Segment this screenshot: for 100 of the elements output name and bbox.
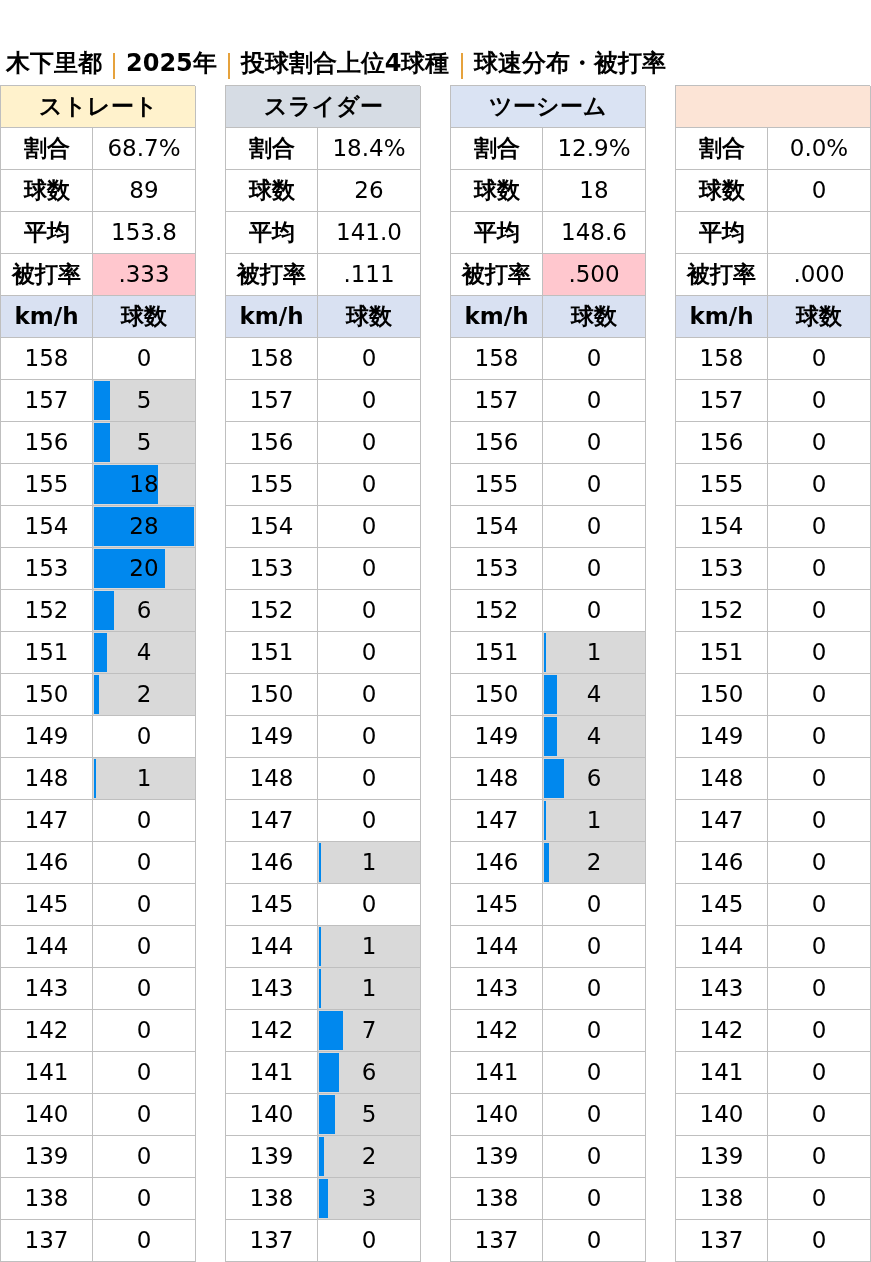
count-value: 0 [136,1184,152,1214]
speed-cell: 145 [226,884,318,926]
count-value: 0 [586,470,602,500]
count-value: 0 [361,722,377,752]
count-value: 0 [361,890,377,920]
count-value: 0 [811,1226,827,1256]
count-value: 0 [136,722,152,752]
count-value: 4 [586,680,602,710]
speed-cell: 158 [226,338,318,380]
count-value: 1 [361,932,377,962]
count-value: 0 [811,680,827,710]
speed-cell: 148 [226,758,318,800]
speed-cell: 151 [676,632,768,674]
title-part: 投球割合上位4球種 [240,48,450,79]
count-value: 0 [361,386,377,416]
count-value: 0 [361,344,377,374]
speed-cell: 153 [451,548,543,590]
count-value: 20 [129,554,159,584]
speed-cell: 152 [676,590,768,632]
column-header: 球数 [93,296,196,338]
speed-cell: 140 [676,1094,768,1136]
speed-cell: 155 [451,464,543,506]
count-value: 0 [361,638,377,668]
speed-cell: 153 [676,548,768,590]
count-value: 0 [586,512,602,542]
count-value: 0 [811,1184,827,1214]
count-value: 0 [811,848,827,878]
count-value: 0 [586,1016,602,1046]
speed-cell: 142 [676,1010,768,1052]
speed-cell: 158 [1,338,93,380]
count-value: 0 [811,806,827,836]
count-value: 0 [586,1100,602,1130]
count-value: 2 [586,848,602,878]
speed-cell: 158 [676,338,768,380]
speed-cell: 144 [1,926,93,968]
speed-cell: 143 [676,968,768,1010]
speed-cell: 156 [676,422,768,464]
speed-cell: 145 [676,884,768,926]
speed-cell: 139 [451,1136,543,1178]
speed-cell: 143 [1,968,93,1010]
count-value: 0 [811,638,827,668]
count-value: 0 [811,722,827,752]
speed-cell: 158 [451,338,543,380]
count-value: 1 [361,848,377,878]
speed-cell: 139 [676,1136,768,1178]
count-value: 0 [811,974,827,1004]
speed-cell: 152 [226,590,318,632]
count-value: 7 [361,1016,377,1046]
speed-cell: 157 [676,380,768,422]
column-header: 球数 [768,296,871,338]
count-value: 0 [811,1142,827,1172]
title-part: 2025年 [126,48,217,79]
stat-value: .333 [93,254,196,296]
count-value: 2 [361,1142,377,1172]
speed-cell: 153 [226,548,318,590]
count-value: 1 [361,974,377,1004]
count-value: 0 [361,554,377,584]
stat-value: .000 [768,254,871,296]
count-value: 0 [361,596,377,626]
speed-cell: 143 [451,968,543,1010]
stat-value: 26 [318,170,421,212]
count-value: 0 [586,1142,602,1172]
speed-cell: 150 [676,674,768,716]
column-header: km/h [451,296,543,338]
speed-cell: 142 [451,1010,543,1052]
count-value: 5 [136,386,152,416]
count-value: 4 [586,722,602,752]
count-value: 0 [811,470,827,500]
speed-cell: 146 [1,842,93,884]
count-value: 0 [811,596,827,626]
speed-cell: 145 [451,884,543,926]
speed-cell: 137 [1,1220,93,1262]
count-value: 1 [586,638,602,668]
column-header: km/h [676,296,768,338]
count-value: 0 [136,1226,152,1256]
speed-cell: 154 [676,506,768,548]
speed-cell: 139 [1,1136,93,1178]
count-value: 0 [136,848,152,878]
count-value: 0 [811,1058,827,1088]
column-header: 球数 [543,296,646,338]
count-value: 0 [361,470,377,500]
speed-cell: 137 [226,1220,318,1262]
speed-cell: 150 [226,674,318,716]
count-value: 0 [586,428,602,458]
speed-cell: 138 [451,1178,543,1220]
count-value: 0 [361,1226,377,1256]
count-value: 0 [586,890,602,920]
count-value: 0 [811,764,827,794]
count-value: 0 [811,1016,827,1046]
stat-value: 12.9% [543,128,646,170]
count-value: 0 [586,1184,602,1214]
stat-value: 18 [543,170,646,212]
speed-cell: 141 [451,1052,543,1094]
panel-header: スライダー [226,86,421,128]
title-part: 木下里都 [6,48,102,79]
count-value: 0 [811,890,827,920]
speed-cell: 155 [226,464,318,506]
speed-cell: 154 [451,506,543,548]
count-value: 6 [361,1058,377,1088]
stat-value: 18.4% [318,128,421,170]
